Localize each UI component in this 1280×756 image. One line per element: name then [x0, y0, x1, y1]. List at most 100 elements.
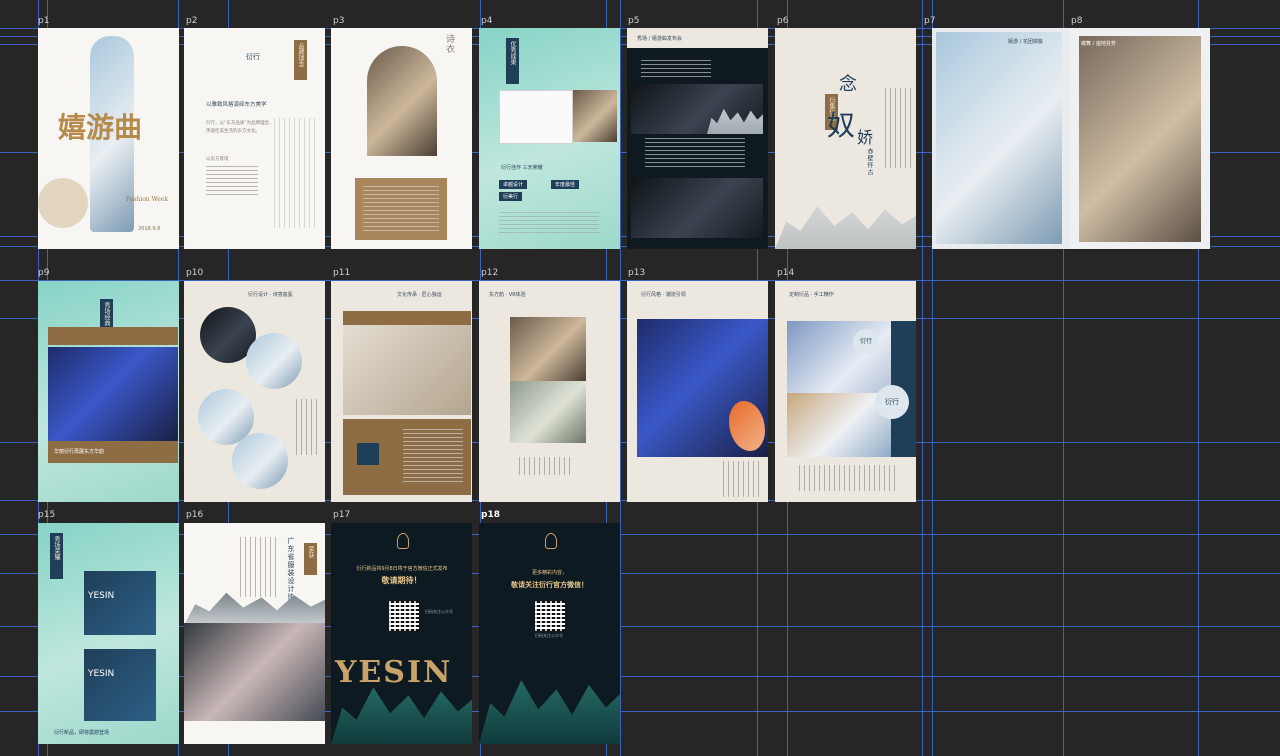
yesin-logo: YESIN: [335, 655, 453, 690]
header: 定制衍品 · 手工精作: [789, 292, 834, 298]
artboard-label-p16[interactable]: p16: [186, 510, 203, 520]
caption: 蝶舞 / 遍地芬芳: [1081, 41, 1116, 47]
artboard-p2[interactable]: 品牌理念 衍行 以雅致风格演绎东方美学 衍行，以“东方品质”为品牌理念，传递佳美…: [184, 28, 325, 249]
artboard-label-p7[interactable]: p7: [924, 16, 935, 26]
group-photo: [184, 623, 325, 721]
artboard-label-p2[interactable]: p2: [186, 16, 197, 26]
qr-caption: 扫码关注公众号: [425, 609, 453, 614]
artboard-p11[interactable]: 文化传承 · 匠心独运: [331, 281, 472, 502]
text-panel: [343, 419, 471, 495]
brand-logo: 衍行: [246, 53, 260, 61]
badge-1: 卓越设计: [499, 180, 528, 189]
text-block: [519, 457, 573, 475]
artboard-label-p8[interactable]: p8: [1071, 16, 1082, 26]
title-text: 嬉游曲: [58, 111, 143, 144]
honor-tag: 秀场荣耀: [50, 533, 63, 579]
artboard-p5[interactable]: 秀场 / 嬉游曲发布会: [627, 28, 768, 249]
award-photo: [573, 90, 617, 142]
badge-2: 年度最佳: [551, 180, 580, 189]
script-title: 诗衣: [444, 34, 454, 54]
logo-icon: [397, 533, 409, 549]
artboard-label-p11[interactable]: p11: [333, 268, 350, 278]
artboard-label-p6[interactable]: p6: [777, 16, 788, 26]
artboard-label-p10[interactable]: p10: [186, 268, 203, 278]
cta-text: 敬请关注衍行官方微信！: [511, 581, 588, 589]
green-mountains: [479, 680, 620, 744]
event-photo: [343, 325, 471, 415]
artboard-p14[interactable]: 定制衍品 · 手工精作 衍行 衍行: [775, 281, 916, 502]
header: 衍行设计 · 诗意氤氲: [248, 292, 293, 298]
artboard-p9[interactable]: 秀场经典 华丽衍行再展东方华韵: [38, 281, 179, 502]
text-block: [206, 166, 258, 196]
qr-caption: 扫码关注公众号: [535, 633, 563, 638]
text-panel: [355, 178, 447, 240]
artboard-label-p18[interactable]: p18: [481, 510, 500, 520]
runway-photo: [48, 347, 178, 441]
vr-photo-1: [510, 317, 586, 381]
brand-text-2: YESIN: [88, 669, 115, 679]
runway-photo: [1079, 36, 1201, 242]
logo-icon: [545, 533, 557, 549]
artboard-p12[interactable]: 东方韵 · VR体验: [479, 281, 620, 502]
artboard-p10[interactable]: 衍行设计 · 诗意氤氲: [184, 281, 325, 502]
stone-decoration: [38, 178, 88, 228]
artboard-p3[interactable]: 诗衣: [331, 28, 472, 249]
artboard-p7[interactable]: 嬉游 / 花团锦簇: [932, 28, 1073, 249]
floral-illustration: [274, 118, 318, 228]
circle-photo-4: [232, 433, 288, 489]
artboard-p16[interactable]: 荣获 广东省服装设计协会: [184, 523, 325, 744]
seal-2: 衍行: [875, 385, 909, 419]
artboard-label-p13[interactable]: p13: [628, 268, 645, 278]
title-char-2: 奴: [827, 109, 856, 142]
qr-code[interactable]: [389, 601, 419, 631]
artboard-p1[interactable]: 嬉游曲 Fashion Week 2018.9.8: [38, 28, 179, 249]
concept-tag: 品牌理念: [294, 40, 307, 80]
gold-band: [343, 311, 471, 325]
artboard-p13[interactable]: 衍行风格 · 潮流引领: [627, 281, 768, 502]
header: 衍行风格 · 潮流引领: [641, 292, 686, 298]
artboard-label-p14[interactable]: p14: [777, 268, 794, 278]
title-char-1: 念: [839, 74, 857, 95]
circle-photo-2: [246, 333, 302, 389]
achievement-tag: 优秀成果: [506, 38, 519, 84]
text-column: [296, 399, 318, 455]
artboard-p17[interactable]: 衍行新品将9月8日将于官方微信正式发布 敬请期待！ 扫码关注公众号 YESIN: [331, 523, 472, 744]
artboard-p18[interactable]: 更多精彩内容， 敬请关注衍行官方微信！ 扫码关注公众号: [479, 523, 620, 744]
qr-code[interactable]: [535, 601, 565, 631]
text-column: [885, 88, 911, 168]
runway-photo: [936, 32, 1062, 244]
header: 秀场 / 嬉游曲发布会: [637, 36, 682, 42]
artboard-label-p9[interactable]: p9: [38, 268, 49, 278]
body-text: 衍行，以“东方品质”为品牌理念，传递佳美生活的东方文化。: [206, 121, 274, 134]
artboard-label-p4[interactable]: p4: [481, 16, 492, 26]
artboard-label-p1[interactable]: p1: [38, 16, 49, 26]
mountain-art: [775, 206, 916, 249]
brand-text: Fashion Week: [126, 196, 168, 203]
headline: 以雅致风格演绎东方美学: [206, 102, 267, 108]
announce-text: 衍行新品将9月8日将于官方微信正式发布: [356, 566, 448, 572]
artboard-p4[interactable]: 优秀成果 衍行佳作 三天荣耀 卓越设计 年度最佳 衍美行: [479, 28, 620, 249]
badge-3: 衍美行: [499, 192, 523, 201]
artboard-label-p15[interactable]: p15: [38, 510, 55, 520]
artboard-label-p5[interactable]: p5: [628, 16, 639, 26]
artboard-label-p3[interactable]: p3: [333, 16, 344, 26]
runway-photo: [631, 178, 763, 238]
portrait-photo: [367, 46, 437, 156]
announce-text: 更多精彩内容，: [531, 570, 567, 576]
cta-text: 敬请期待！: [381, 576, 422, 585]
text-block: [641, 60, 711, 80]
artboard-label-p17[interactable]: p17: [333, 510, 350, 520]
title-char-3: 娇: [857, 128, 874, 147]
artboard-p8[interactable]: 蝶舞 / 遍地芬芳: [1069, 28, 1210, 249]
sub-text: 以东方意境: [206, 157, 229, 162]
artboard-p15[interactable]: 秀场荣耀 YESIN YESIN 衍行新品，即将震撼登场: [38, 523, 179, 744]
caption: 衍行佳作 三天荣耀: [501, 165, 543, 171]
artboard-label-p12[interactable]: p12: [481, 268, 498, 278]
text-block: [645, 138, 745, 168]
caption-band: 华丽衍行再展东方华韵: [48, 441, 178, 463]
vr-photo-2: [510, 381, 586, 443]
artboard-p6[interactable]: 衍集信念 念 奴 娇 赤壁怀古: [775, 28, 916, 249]
text-block: [799, 465, 899, 491]
seal-1: 衍行: [853, 329, 879, 355]
brand-photo-2: YESIN: [84, 649, 156, 721]
